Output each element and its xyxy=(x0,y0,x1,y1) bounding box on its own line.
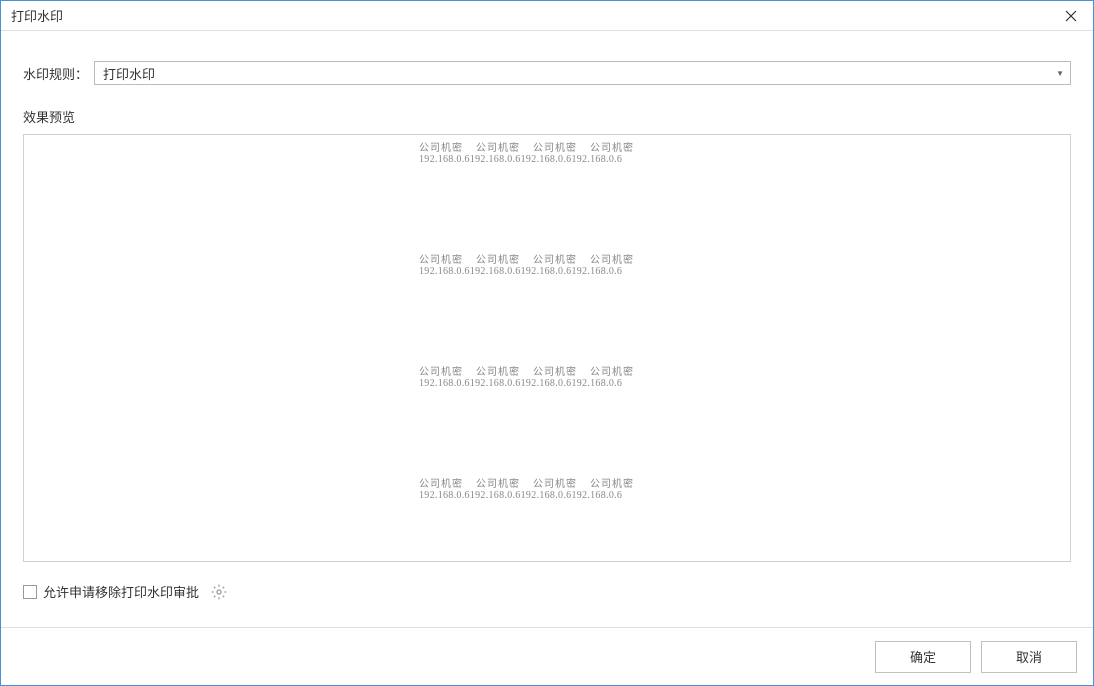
watermark-text: 公司机密 xyxy=(419,251,476,266)
watermark-text: 公司机密 xyxy=(590,475,647,490)
ok-button[interactable]: 确定 xyxy=(875,641,971,673)
watermark-text: 公司机密 xyxy=(476,139,533,154)
gear-icon[interactable] xyxy=(211,584,227,600)
rule-dropdown-value: 打印水印 xyxy=(103,64,155,83)
watermark-text: 公司机密 xyxy=(476,251,533,266)
watermark-ip-line: 192.168.0.6192.168.0.6192.168.0.6192.168… xyxy=(419,378,647,389)
watermark-text: 公司机密 xyxy=(590,139,647,154)
watermark-ip-line: 192.168.0.6192.168.0.6192.168.0.6192.168… xyxy=(419,266,647,277)
watermark-text: 公司机密 xyxy=(476,475,533,490)
dialog-title: 打印水印 xyxy=(11,6,63,25)
content-area: 水印规则： 打印水印 ▼ 效果预览 公司机密 公司机密 公司机密 公司机密 19… xyxy=(1,31,1093,611)
watermark-text: 公司机密 xyxy=(533,475,590,490)
footer: 确定 取消 xyxy=(1,627,1093,685)
watermark-text: 公司机密 xyxy=(419,363,476,378)
preview-box: 公司机密 公司机密 公司机密 公司机密 192.168.0.6192.168.0… xyxy=(23,134,1071,562)
watermark-text: 公司机密 xyxy=(590,251,647,266)
chevron-down-icon: ▼ xyxy=(1056,69,1064,78)
watermark-text: 公司机密 xyxy=(419,475,476,490)
watermark-ip-line: 192.168.0.6192.168.0.6192.168.0.6192.168… xyxy=(419,154,647,165)
watermark-row: 公司机密 公司机密 公司机密 公司机密 192.168.0.6192.168.0… xyxy=(419,363,647,389)
preview-label: 效果预览 xyxy=(23,107,1071,126)
watermark-ip-line: 192.168.0.6192.168.0.6192.168.0.6192.168… xyxy=(419,490,647,501)
approval-row: 允许申请移除打印水印审批 xyxy=(23,582,1071,601)
watermark-row: 公司机密 公司机密 公司机密 公司机密 192.168.0.6192.168.0… xyxy=(419,139,647,165)
watermark-text: 公司机密 xyxy=(533,251,590,266)
watermark-text: 公司机密 xyxy=(533,363,590,378)
approval-checkbox[interactable] xyxy=(23,585,37,599)
approval-label: 允许申请移除打印水印审批 xyxy=(43,582,199,601)
ok-button-label: 确定 xyxy=(910,647,936,666)
cancel-button-label: 取消 xyxy=(1016,647,1042,666)
watermark-row: 公司机密 公司机密 公司机密 公司机密 192.168.0.6192.168.0… xyxy=(419,475,647,501)
watermark-text: 公司机密 xyxy=(533,139,590,154)
watermark-grid: 公司机密 公司机密 公司机密 公司机密 192.168.0.6192.168.0… xyxy=(419,139,647,501)
title-bar: 打印水印 xyxy=(1,1,1093,31)
close-button[interactable] xyxy=(1057,2,1085,30)
watermark-text: 公司机密 xyxy=(590,363,647,378)
rule-label: 水印规则： xyxy=(23,64,88,83)
cancel-button[interactable]: 取消 xyxy=(981,641,1077,673)
rule-row: 水印规则： 打印水印 ▼ xyxy=(23,61,1071,85)
watermark-text: 公司机密 xyxy=(419,139,476,154)
close-icon xyxy=(1065,10,1077,22)
rule-dropdown[interactable]: 打印水印 ▼ xyxy=(94,61,1071,85)
watermark-row: 公司机密 公司机密 公司机密 公司机密 192.168.0.6192.168.0… xyxy=(419,251,647,277)
watermark-text: 公司机密 xyxy=(476,363,533,378)
